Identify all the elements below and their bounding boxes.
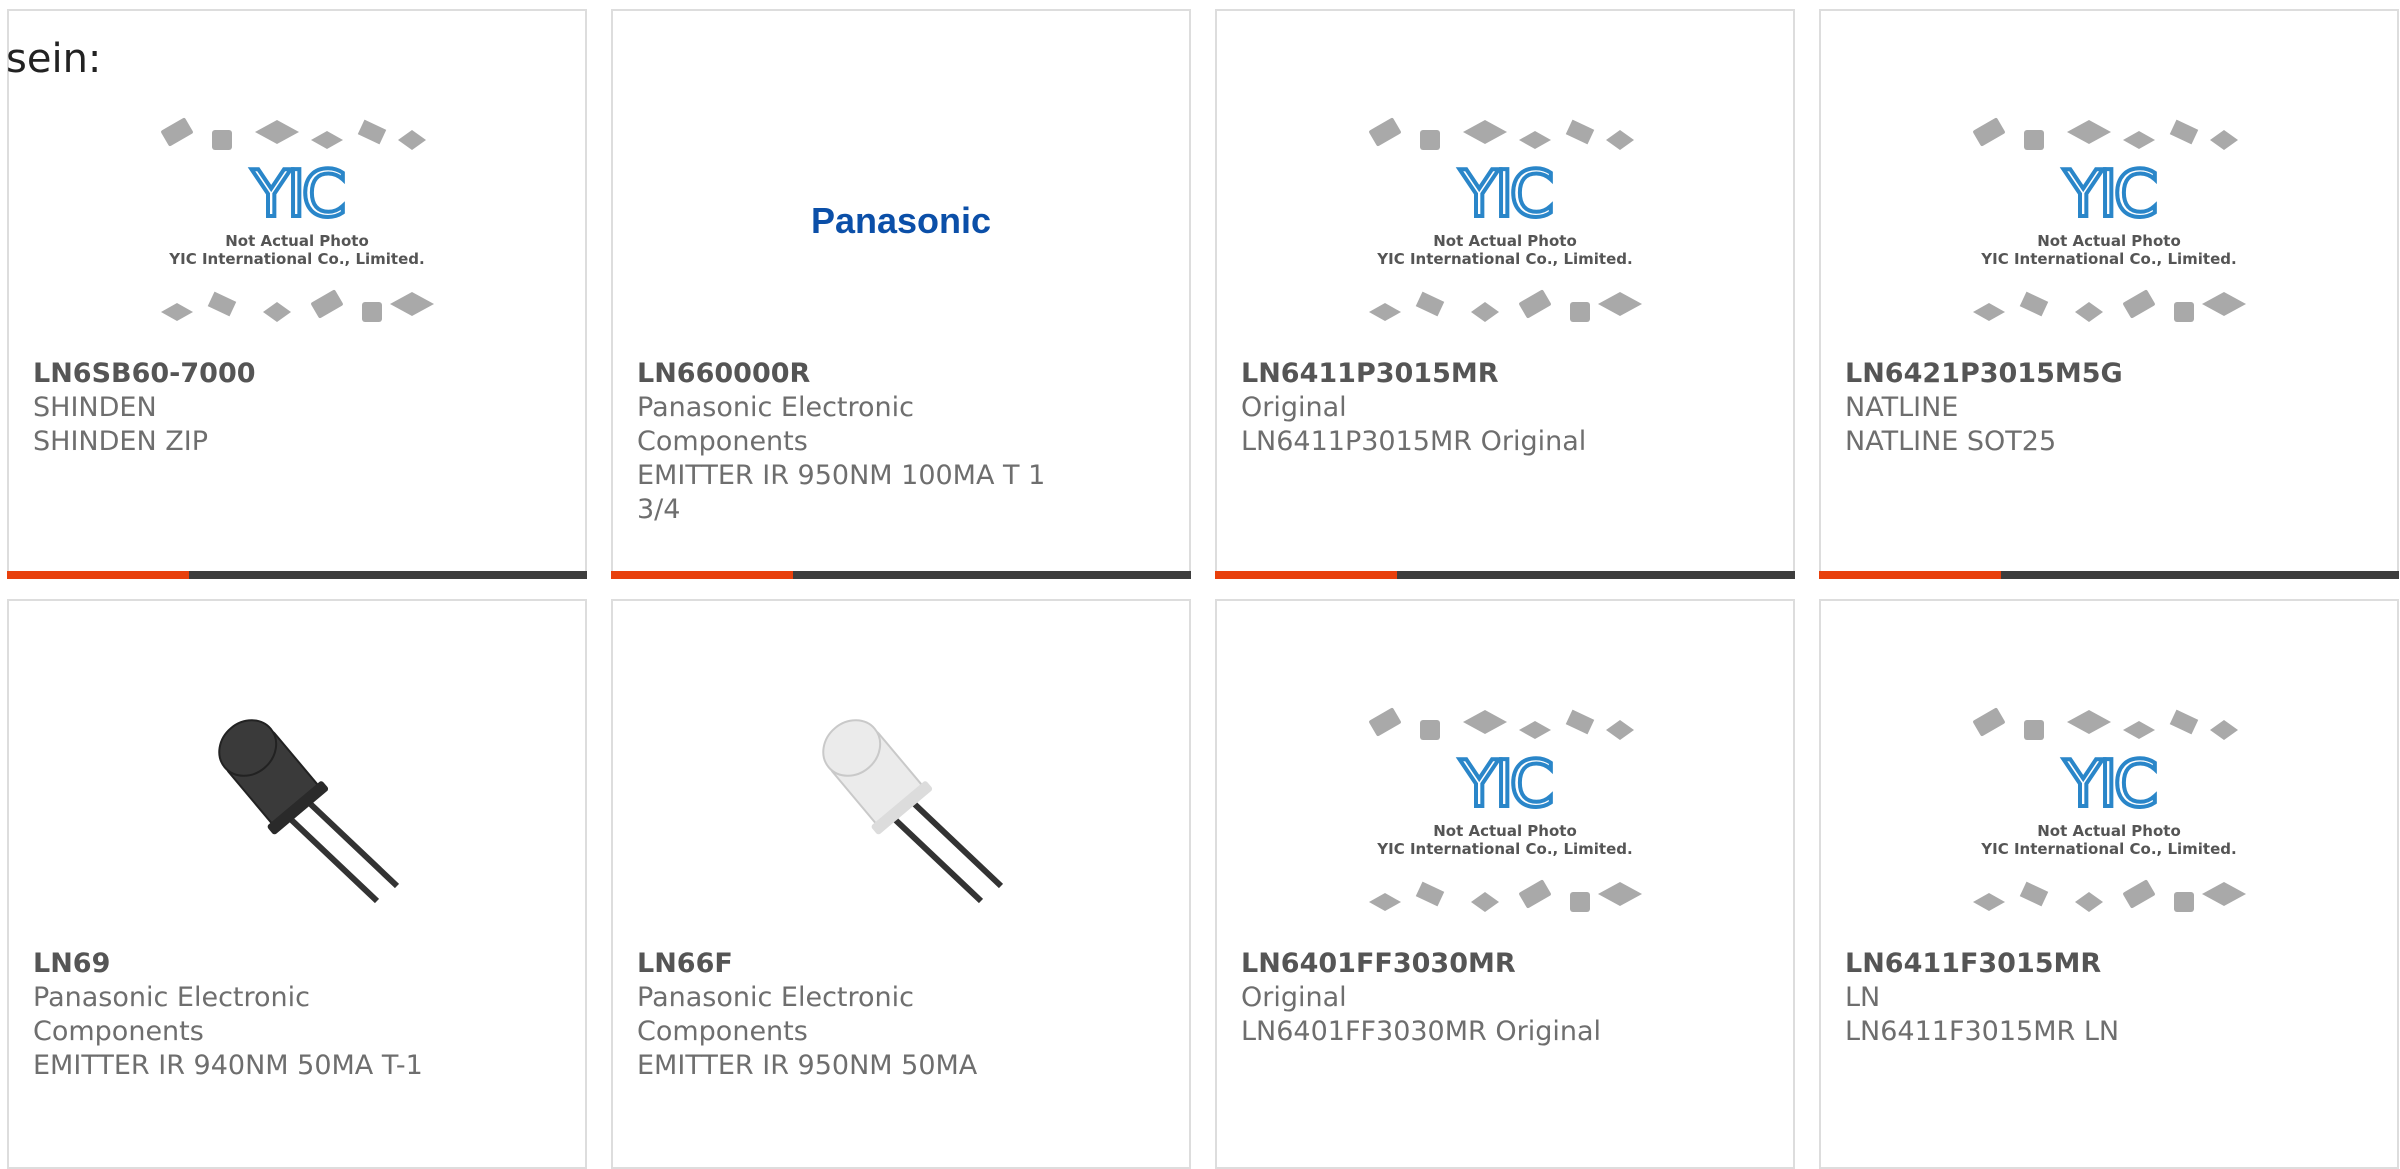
product-card[interactable]: LN69 Panasonic Electronic Components EMI… xyxy=(7,599,587,1169)
product-image-placeholder: YIC Not Actual Photo YIC International Co.… xyxy=(1217,91,1793,351)
card-accent-bar xyxy=(1819,571,2001,579)
product-info: LN6411P3015MR Original LN6411P3015MR Ori… xyxy=(1241,357,1673,459)
product-grid: YIC Not Actual Photo YIC International Co.… xyxy=(0,0,2400,1169)
svg-text:YIC: YIC xyxy=(2063,158,2156,232)
svg-text:YIC: YIC xyxy=(251,158,344,232)
card-accent-bar xyxy=(7,571,189,579)
manufacturer: Original xyxy=(1241,982,1347,1013)
product-card[interactable]: YIC Not Actual Photo YIC International Co.… xyxy=(1215,599,1795,1169)
product-image-placeholder: YIC Not Actual Photo YIC International Co.… xyxy=(1821,681,2397,941)
product-info: LN6401FF3030MR Original LN6401FF3030MR O… xyxy=(1241,947,1673,1049)
card-bottom-bar xyxy=(7,571,587,579)
product-info: LN6SB60-7000 SHINDEN SHINDEN ZIP xyxy=(33,357,465,459)
product-card[interactable]: YIC Not Actual Photo YIC International Co.… xyxy=(1819,599,2399,1169)
svg-text:YIC International Co., Limited: YIC International Co., Limited. xyxy=(168,250,424,268)
manufacturer: Panasonic Electronic Components xyxy=(33,982,310,1047)
product-image-led xyxy=(9,681,585,941)
card-bottom-bar xyxy=(1819,571,2399,579)
part-number[interactable]: LN6SB60-7000 xyxy=(33,357,465,391)
product-card[interactable]: Panasonic LN660000R Panasonic Electronic… xyxy=(611,9,1191,579)
manufacturer: NATLINE xyxy=(1845,392,1959,423)
manufacturer: LN xyxy=(1845,982,1881,1013)
card-bottom-bar xyxy=(611,571,1191,579)
svg-text:Not Actual Photo: Not Actual Photo xyxy=(2037,232,2181,250)
description: NATLINE SOT25 xyxy=(1845,426,2057,457)
part-number[interactable]: LN660000R xyxy=(637,357,1069,391)
svg-text:Not Actual Photo: Not Actual Photo xyxy=(2037,822,2181,840)
manufacturer: Panasonic Electronic Components xyxy=(637,982,914,1047)
svg-text:Panasonic: Panasonic xyxy=(811,200,991,241)
svg-text:YIC: YIC xyxy=(2063,748,2156,822)
description: LN6411F3015MR LN xyxy=(1845,1016,2120,1047)
description: EMITTER IR 940NM 50MA T-1 xyxy=(33,1050,423,1081)
svg-text:YIC: YIC xyxy=(1459,748,1552,822)
product-card[interactable]: YIC Not Actual Photo YIC International Co.… xyxy=(1215,9,1795,579)
card-bottom-bar xyxy=(1215,571,1795,579)
product-image-placeholder: YIC Not Actual Photo YIC International Co.… xyxy=(9,91,585,351)
part-number[interactable]: LN6411F3015MR xyxy=(1845,947,2277,981)
product-info: LN6411F3015MR LN LN6411F3015MR LN xyxy=(1845,947,2277,1049)
card-accent-bar xyxy=(611,571,793,579)
svg-text:Not Actual Photo: Not Actual Photo xyxy=(1433,232,1577,250)
part-number[interactable]: LN6411P3015MR xyxy=(1241,357,1673,391)
product-image-led xyxy=(613,681,1189,941)
header-text: sein: xyxy=(6,36,102,82)
product-info: LN69 Panasonic Electronic Components EMI… xyxy=(33,947,465,1083)
product-card[interactable]: YIC Not Actual Photo YIC International Co.… xyxy=(1819,9,2399,579)
svg-text:YIC: YIC xyxy=(1459,158,1552,232)
svg-text:Not Actual Photo: Not Actual Photo xyxy=(1433,822,1577,840)
manufacturer: Panasonic Electronic Components xyxy=(637,392,914,457)
svg-text:YIC International Co., Limited: YIC International Co., Limited. xyxy=(1376,250,1632,268)
svg-text:YIC International Co., Limited: YIC International Co., Limited. xyxy=(1980,250,2236,268)
manufacturer: Original xyxy=(1241,392,1347,423)
manufacturer: SHINDEN xyxy=(33,392,157,423)
svg-text:Not Actual Photo: Not Actual Photo xyxy=(225,232,369,250)
svg-text:YIC International Co., Limited: YIC International Co., Limited. xyxy=(1376,840,1632,858)
product-image-brand-logo: Panasonic xyxy=(613,91,1189,351)
description: LN6401FF3030MR Original xyxy=(1241,1016,1602,1047)
part-number[interactable]: LN6401FF3030MR xyxy=(1241,947,1673,981)
part-number[interactable]: LN69 xyxy=(33,947,465,981)
description: SHINDEN ZIP xyxy=(33,426,208,457)
product-info: LN6421P3015M5G NATLINE NATLINE SOT25 xyxy=(1845,357,2277,459)
card-accent-bar xyxy=(1215,571,1397,579)
product-card[interactable]: YIC Not Actual Photo YIC International Co.… xyxy=(7,9,587,579)
product-info: LN660000R Panasonic Electronic Component… xyxy=(637,357,1069,527)
description: EMITTER IR 950NM 50MA xyxy=(637,1050,978,1081)
part-number[interactable]: LN6421P3015M5G xyxy=(1845,357,2277,391)
part-number[interactable]: LN66F xyxy=(637,947,1069,981)
product-info: LN66F Panasonic Electronic Components EM… xyxy=(637,947,1069,1083)
description: EMITTER IR 950NM 100MA T 1 3/4 xyxy=(637,460,1046,525)
description: LN6411P3015MR Original xyxy=(1241,426,1587,457)
product-image-placeholder: YIC Not Actual Photo YIC International Co.… xyxy=(1217,681,1793,941)
product-image-placeholder: YIC Not Actual Photo YIC International Co.… xyxy=(1821,91,2397,351)
svg-text:YIC International Co., Limited: YIC International Co., Limited. xyxy=(1980,840,2236,858)
product-card[interactable]: LN66F Panasonic Electronic Components EM… xyxy=(611,599,1191,1169)
